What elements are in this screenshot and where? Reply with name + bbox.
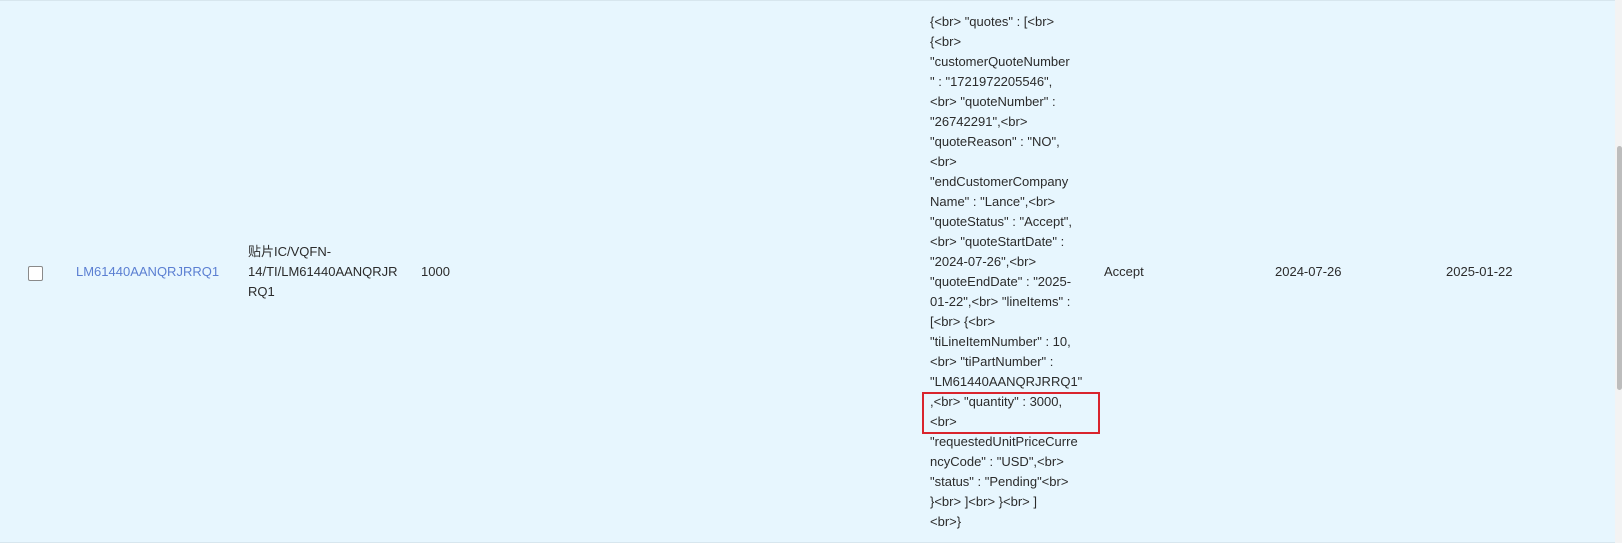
description-line: 贴片IC/VQFN- [248,244,332,259]
end-date-cell: 2025-01-22 [1446,264,1513,279]
response-json-line: "quoteStatus" : "Accept", [930,214,1073,229]
response-json-line: Name" : "Lance",<br> [930,194,1056,209]
response-json-line: " : "1721972205546", [930,74,1053,89]
response-json-line: [<br> {<br> [930,314,996,329]
response-json-line: <br> [930,154,957,169]
response-json-line: "quoteReason" : "NO", [930,134,1060,149]
description-line: 14/TI/LM61440AANQRJR [248,264,398,279]
response-json-line: "26742291",<br> [930,114,1028,129]
response-json-line: "tiLineItemNumber" : 10, [930,334,1071,349]
quote-status-cell: Accept [1104,264,1144,279]
response-json-line: "LM61440AANQRJRRQ1" [930,374,1083,389]
quantity-cell: 1000 [421,264,450,279]
response-json-line: <br> "quoteNumber" : [930,94,1056,109]
description-cell: 贴片IC/VQFN- 14/TI/LM61440AANQRJR RQ1 [248,242,406,302]
response-json-cell: {<br> "quotes" : [<br> {<br> "customerQuot… [930,12,1091,532]
response-json-line: 01-22",<br> "lineItems" : [930,294,1071,309]
response-json-line: "customerQuoteNumber [930,54,1070,69]
response-json-line: }<br> ]<br> }<br> ] [930,494,1037,509]
response-json-line: <br>} [930,514,962,529]
start-date-cell: 2024-07-26 [1275,264,1342,279]
response-json-line: {<br> [930,34,962,49]
response-json-line: "status" : "Pending"<br> [930,474,1069,489]
response-json-line: <br> "quoteStartDate" : [930,234,1065,249]
quantity-highlight-box [922,392,1100,434]
scrollbar-thumb[interactable] [1617,146,1622,390]
response-json-line: ncyCode" : "USD",<br> [930,454,1064,469]
response-json-line: <br> "tiPartNumber" : [930,354,1054,369]
quote-results-page: LM61440AANQRJRRQ1 贴片IC/VQFN- 14/TI/LM614… [0,0,1622,543]
vertical-scrollbar[interactable] [1615,0,1622,543]
row-select-checkbox[interactable] [28,266,43,281]
description-line: RQ1 [248,284,275,299]
response-json-line: "quoteEndDate" : "2025- [930,274,1072,289]
table-row: LM61440AANQRJRRQ1 贴片IC/VQFN- 14/TI/LM614… [0,0,1615,543]
response-json-line: "2024-07-26",<br> [930,254,1037,269]
response-json-line: "endCustomerCompany [930,174,1069,189]
part-number-link[interactable]: LM61440AANQRJRRQ1 [76,262,219,282]
response-json-line: {<br> "quotes" : [<br> [930,14,1055,29]
response-json-line: "requestedUnitPriceCurre [930,434,1078,449]
